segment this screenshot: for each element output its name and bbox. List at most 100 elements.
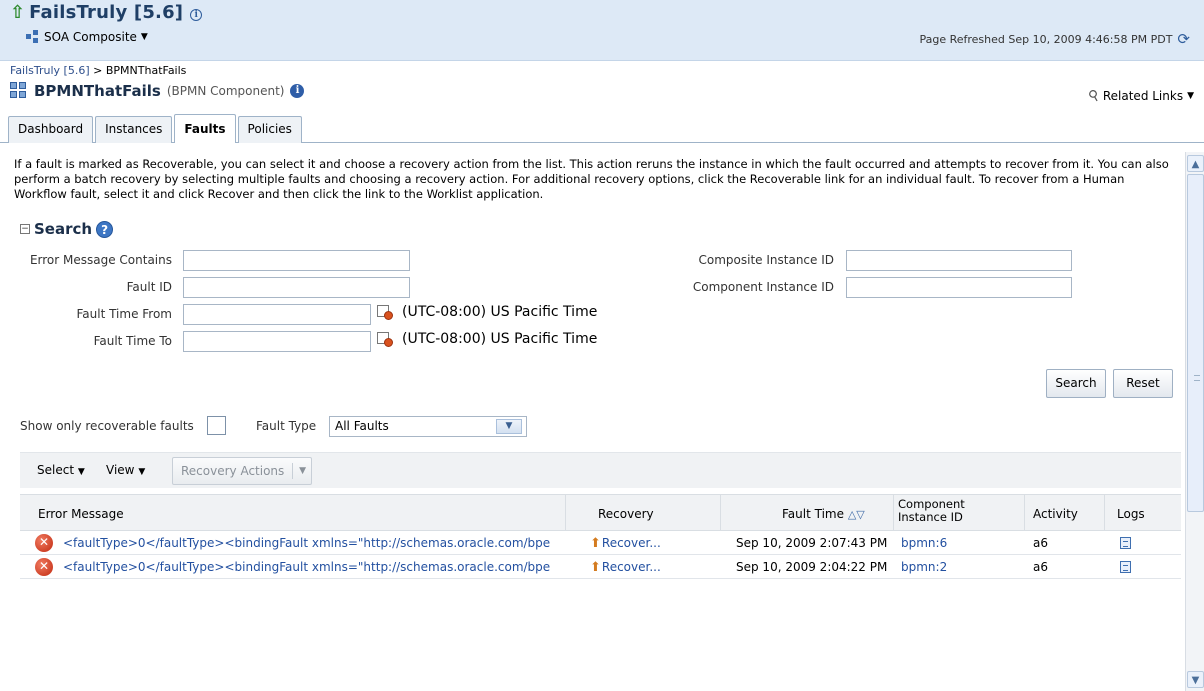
composite-instance-id-label: Composite Instance ID bbox=[698, 253, 835, 267]
fault-id-input[interactable] bbox=[183, 277, 410, 298]
select-menu-label: Select bbox=[37, 463, 75, 477]
tab-faults[interactable]: Faults bbox=[174, 114, 236, 143]
recovery-actions-label: Recovery Actions bbox=[181, 464, 285, 478]
component-instance-id-input[interactable] bbox=[846, 277, 1072, 298]
vertical-scrollbar[interactable]: ▲ ▼ bbox=[1185, 152, 1204, 691]
page-refresh-status: Page Refreshed Sep 10, 2009 4:46:58 PM P… bbox=[919, 30, 1190, 48]
recoverable-only-label: Show only recoverable faults bbox=[20, 419, 194, 433]
col-component-instance-id[interactable]: Component Instance ID bbox=[898, 498, 965, 524]
col-fault-time-label: Fault Time bbox=[782, 507, 844, 521]
chevron-down-icon: ▼ bbox=[77, 467, 85, 477]
breadcrumb: FailsTruly [5.6] > BPMNThatFails bbox=[10, 64, 186, 77]
col-activity[interactable]: Activity bbox=[1033, 507, 1078, 521]
instance-id-link[interactable]: bpmn:6 bbox=[901, 536, 947, 550]
chevron-down-icon: ▼ bbox=[138, 467, 146, 477]
sort-icon[interactable]: △▽ bbox=[848, 508, 865, 521]
soa-composite-menu[interactable]: SOA Composite ▼ bbox=[26, 30, 148, 44]
composite-title: FailsTruly [5.6] bbox=[29, 2, 184, 23]
fault-time-from-input[interactable] bbox=[183, 304, 371, 325]
calendar-icon[interactable] bbox=[377, 332, 393, 348]
component-name: BPMNThatFails bbox=[34, 82, 161, 100]
scroll-thumb[interactable] bbox=[1187, 174, 1204, 512]
instance-id-link[interactable]: bpmn:2 bbox=[901, 560, 947, 574]
fault-id-label: Fault ID bbox=[126, 280, 172, 294]
button-divider bbox=[292, 463, 293, 479]
view-menu[interactable]: View ▼ bbox=[106, 463, 145, 477]
breadcrumb-current: BPMNThatFails bbox=[105, 64, 187, 77]
related-links-label: Related Links bbox=[1102, 89, 1184, 103]
col-logs[interactable]: Logs bbox=[1117, 507, 1145, 521]
timezone-label: (UTC-08:00) US Pacific Time bbox=[402, 331, 598, 347]
log-icon[interactable] bbox=[1120, 537, 1131, 549]
tab-instances[interactable]: Instances bbox=[95, 116, 173, 143]
tab-dashboard[interactable]: Dashboard bbox=[8, 116, 94, 143]
fault-time-value: Sep 10, 2009 2:04:22 PM bbox=[736, 560, 888, 574]
table-toolbar: Select ▼ View ▼ Recovery Actions ▼ bbox=[20, 452, 1181, 488]
soa-composite-label: SOA Composite bbox=[44, 30, 137, 44]
composite-instance-id-input[interactable] bbox=[846, 250, 1072, 271]
fault-type-value: All Faults bbox=[335, 419, 389, 433]
recoverable-only-checkbox[interactable] bbox=[207, 416, 226, 435]
recover-link[interactable]: ⬆Recover... bbox=[590, 560, 661, 575]
error-icon: ✕ bbox=[35, 558, 53, 576]
refresh-timestamp: Page Refreshed Sep 10, 2009 4:46:58 PM P… bbox=[919, 32, 1173, 46]
error-message-label: Error Message Contains bbox=[29, 253, 172, 267]
search-title: Search bbox=[34, 220, 93, 238]
column-divider bbox=[565, 494, 566, 531]
select-menu[interactable]: Select ▼ bbox=[37, 463, 85, 477]
tab-policies[interactable]: Policies bbox=[237, 116, 302, 143]
fault-type-select[interactable]: All Faults ▼ bbox=[329, 416, 527, 437]
component-title: BPMNThatFails (BPMN Component) i bbox=[10, 82, 305, 100]
breadcrumb-separator: > bbox=[89, 64, 106, 77]
collapse-icon[interactable]: − bbox=[20, 224, 30, 234]
scroll-down-icon[interactable]: ▼ bbox=[1187, 671, 1204, 688]
faults-help-text: If a fault is marked as Recoverable, you… bbox=[14, 157, 1169, 201]
log-icon[interactable] bbox=[1120, 561, 1131, 573]
up-arrow-icon[interactable]: ⇧ bbox=[10, 3, 25, 22]
scroll-grip-icon bbox=[1194, 375, 1200, 381]
chevron-down-icon: ▼ bbox=[140, 32, 148, 42]
component-type: (BPMN Component) bbox=[166, 84, 285, 98]
col-error-message[interactable]: Error Message bbox=[38, 507, 124, 521]
activity-value: a6 bbox=[1033, 560, 1048, 574]
refresh-icon[interactable]: ⟳ bbox=[1177, 30, 1190, 48]
fault-time-to-input[interactable] bbox=[183, 331, 371, 352]
search-panel-header[interactable]: − Search ? bbox=[20, 220, 114, 238]
info-icon[interactable]: i bbox=[190, 8, 203, 21]
calendar-icon[interactable] bbox=[377, 305, 393, 321]
table-row[interactable]: ✕ <faultType>0</faultType><bindingFault … bbox=[20, 556, 1181, 579]
error-icon: ✕ bbox=[35, 534, 53, 552]
chevron-down-icon[interactable]: ▼ bbox=[496, 419, 522, 434]
search-button[interactable]: Search bbox=[1046, 369, 1106, 398]
col-recovery[interactable]: Recovery bbox=[598, 507, 654, 521]
related-links-menu[interactable]: ⚲ Related Links ▼ bbox=[1085, 87, 1194, 106]
col-fault-time[interactable]: Fault Time △▽ bbox=[782, 507, 865, 521]
page-header: ⇧ FailsTruly [5.6] i SOA Composite ▼ Pag… bbox=[0, 0, 1204, 61]
col-component-instance-id-line2: Instance ID bbox=[898, 510, 963, 524]
error-message-input[interactable] bbox=[183, 250, 410, 271]
error-message-link[interactable]: <faultType>0</faultType><bindingFault xm… bbox=[63, 536, 583, 550]
fault-time-from-label: Fault Time From bbox=[76, 307, 172, 321]
error-message-link[interactable]: <faultType>0</faultType><bindingFault xm… bbox=[63, 560, 583, 574]
recover-icon: ⬆ bbox=[590, 536, 601, 551]
scroll-up-icon[interactable]: ▲ bbox=[1187, 155, 1204, 172]
reset-button[interactable]: Reset bbox=[1113, 369, 1173, 398]
recovery-actions-button[interactable]: Recovery Actions ▼ bbox=[172, 457, 312, 485]
activity-value: a6 bbox=[1033, 536, 1048, 550]
tab-bar: Dashboard Instances Faults Policies bbox=[8, 114, 302, 143]
timezone-label: (UTC-08:00) US Pacific Time bbox=[402, 304, 598, 320]
breadcrumb-link-composite[interactable]: FailsTruly [5.6] bbox=[10, 64, 90, 77]
column-divider bbox=[893, 494, 894, 531]
help-icon[interactable]: ? bbox=[96, 220, 114, 238]
fault-time-to-label: Fault Time To bbox=[93, 334, 172, 348]
recover-icon: ⬆ bbox=[590, 560, 601, 575]
bpmn-component-icon bbox=[10, 82, 28, 100]
recover-link[interactable]: ⬆Recover... bbox=[590, 536, 661, 551]
column-divider bbox=[1104, 494, 1105, 531]
table-row[interactable]: ✕ <faultType>0</faultType><bindingFault … bbox=[20, 532, 1181, 555]
fault-type-label: Fault Type bbox=[256, 419, 317, 433]
info-icon[interactable]: i bbox=[290, 84, 305, 98]
composite-icon bbox=[26, 30, 40, 44]
recover-label: Recover... bbox=[601, 536, 661, 550]
view-menu-label: View bbox=[106, 463, 135, 477]
